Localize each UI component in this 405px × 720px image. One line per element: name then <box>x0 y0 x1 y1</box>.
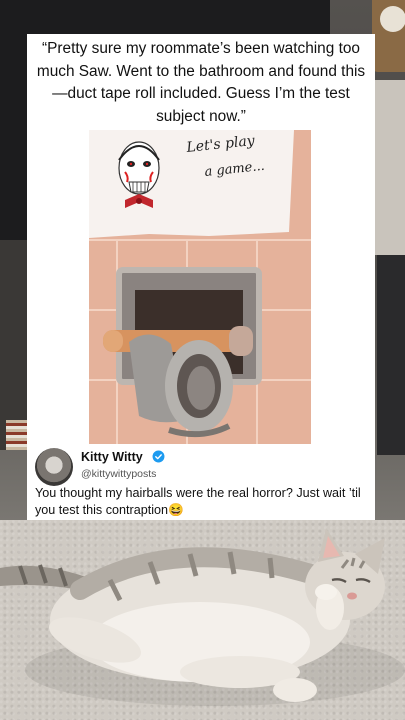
verified-badge-icon <box>152 450 165 463</box>
post-card: “Pretty sure my roommate’s been watching… <box>27 34 375 520</box>
background-books <box>6 420 28 450</box>
cat-photo <box>0 528 405 706</box>
toilet-paper-photo: Let's play a game... <box>89 130 311 444</box>
clock-face <box>380 6 405 32</box>
cat-avatar-icon[interactable] <box>35 448 73 486</box>
post-photo[interactable]: Let's play a game... <box>89 130 311 444</box>
author-name[interactable]: Kitty Witty <box>81 450 143 464</box>
background-wall <box>375 80 405 255</box>
background-speaker <box>377 255 405 455</box>
post-quote: “Pretty sure my roommate’s been watching… <box>36 40 366 125</box>
author-handle[interactable]: @kittywittyposts <box>81 468 156 480</box>
reply-text: You thought my hairballs were the real h… <box>35 486 361 517</box>
